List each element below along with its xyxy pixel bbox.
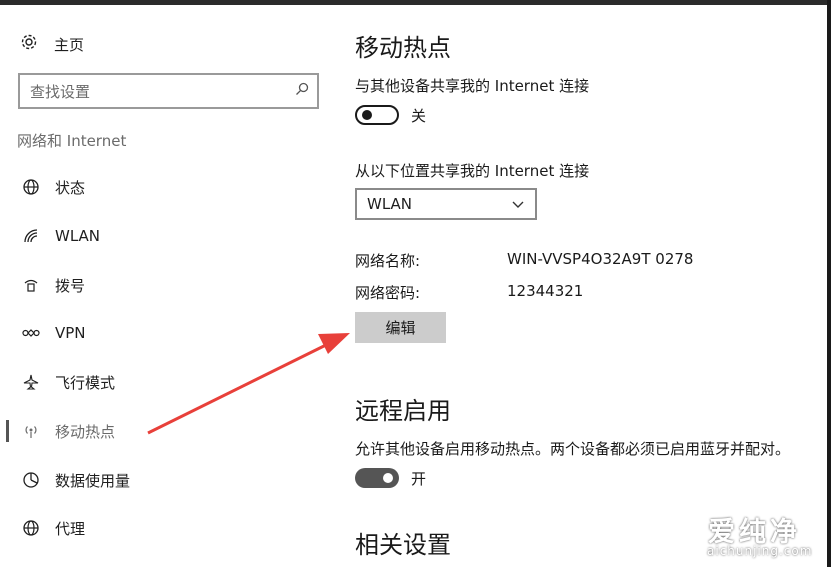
share-from-label: 从以下位置共享我的 Internet 连接 — [355, 162, 590, 180]
share-from-select[interactable]: WLAN — [355, 188, 537, 220]
globe-icon — [21, 518, 41, 538]
sidebar-item-wlan[interactable]: WLAN — [0, 216, 330, 256]
sidebar-item-label: 飞行模式 — [55, 373, 116, 392]
watermark-url: aichunjing.com — [707, 544, 813, 558]
vpn-icon — [21, 323, 41, 343]
airplane-icon — [21, 372, 41, 392]
sidebar-item-proxy[interactable]: 代理 — [0, 508, 330, 548]
sidebar-item-hotspot[interactable]: 移动热点 — [0, 411, 330, 451]
data-usage-icon — [21, 470, 41, 490]
remote-description: 允许其他设备启用移动热点。两个设备都必须已启用蓝牙并配对。 — [355, 440, 791, 458]
home-link[interactable]: 主页 — [20, 32, 84, 56]
sidebar-item-label: 数据使用量 — [55, 471, 131, 490]
sidebar-item-status[interactable]: 状态 — [0, 167, 330, 207]
sidebar: 主页 查找设置 网络和 Internet 状态 WLAN 拨号 VPN 飞行模式… — [0, 5, 330, 567]
toggle-knob — [362, 110, 372, 120]
remote-title: 远程启用 — [355, 397, 451, 425]
search-input[interactable]: 查找设置 — [18, 73, 319, 109]
edit-button[interactable]: 编辑 — [355, 312, 446, 343]
sidebar-item-label: 状态 — [55, 178, 86, 197]
sidebar-item-label: WLAN — [55, 227, 101, 245]
share-connection-label: 与其他设备共享我的 Internet 连接 — [355, 77, 590, 95]
network-name-value: WIN-VVSP4O32A9T 0278 — [507, 250, 694, 268]
sidebar-item-airplane[interactable]: 飞行模式 — [0, 362, 330, 402]
chevron-down-icon — [511, 195, 525, 213]
sidebar-item-label: 拨号 — [55, 276, 86, 295]
page-title: 移动热点 — [355, 34, 451, 62]
select-value: WLAN — [367, 195, 413, 213]
sidebar-item-data-usage[interactable]: 数据使用量 — [0, 460, 330, 500]
sidebar-item-dialup[interactable]: 拨号 — [0, 265, 330, 305]
sidebar-item-label: 移动热点 — [55, 422, 116, 441]
sidebar-item-label: VPN — [55, 324, 86, 342]
network-password-label: 网络密码: — [355, 284, 421, 302]
sidebar-item-label: 代理 — [55, 519, 86, 538]
toggle-knob — [383, 473, 393, 483]
sidebar-item-vpn[interactable]: VPN — [0, 313, 330, 353]
hotspot-icon — [21, 421, 41, 441]
globe-icon — [21, 177, 41, 197]
gear-icon — [20, 33, 54, 55]
window-right-border — [827, 0, 831, 567]
share-toggle-state: 关 — [411, 107, 427, 125]
home-label: 主页 — [54, 35, 85, 54]
network-password-value: 12344321 — [507, 282, 584, 300]
remote-toggle-state: 开 — [411, 470, 427, 488]
search-icon — [295, 82, 309, 100]
share-connection-toggle[interactable] — [355, 105, 399, 125]
wifi-icon — [21, 226, 41, 246]
section-label: 网络和 Internet — [17, 132, 127, 150]
network-name-label: 网络名称: — [355, 252, 421, 270]
remote-enable-toggle[interactable] — [355, 468, 399, 488]
dialup-icon — [21, 275, 41, 295]
search-placeholder: 查找设置 — [30, 82, 91, 101]
related-settings-title: 相关设置 — [355, 531, 451, 559]
